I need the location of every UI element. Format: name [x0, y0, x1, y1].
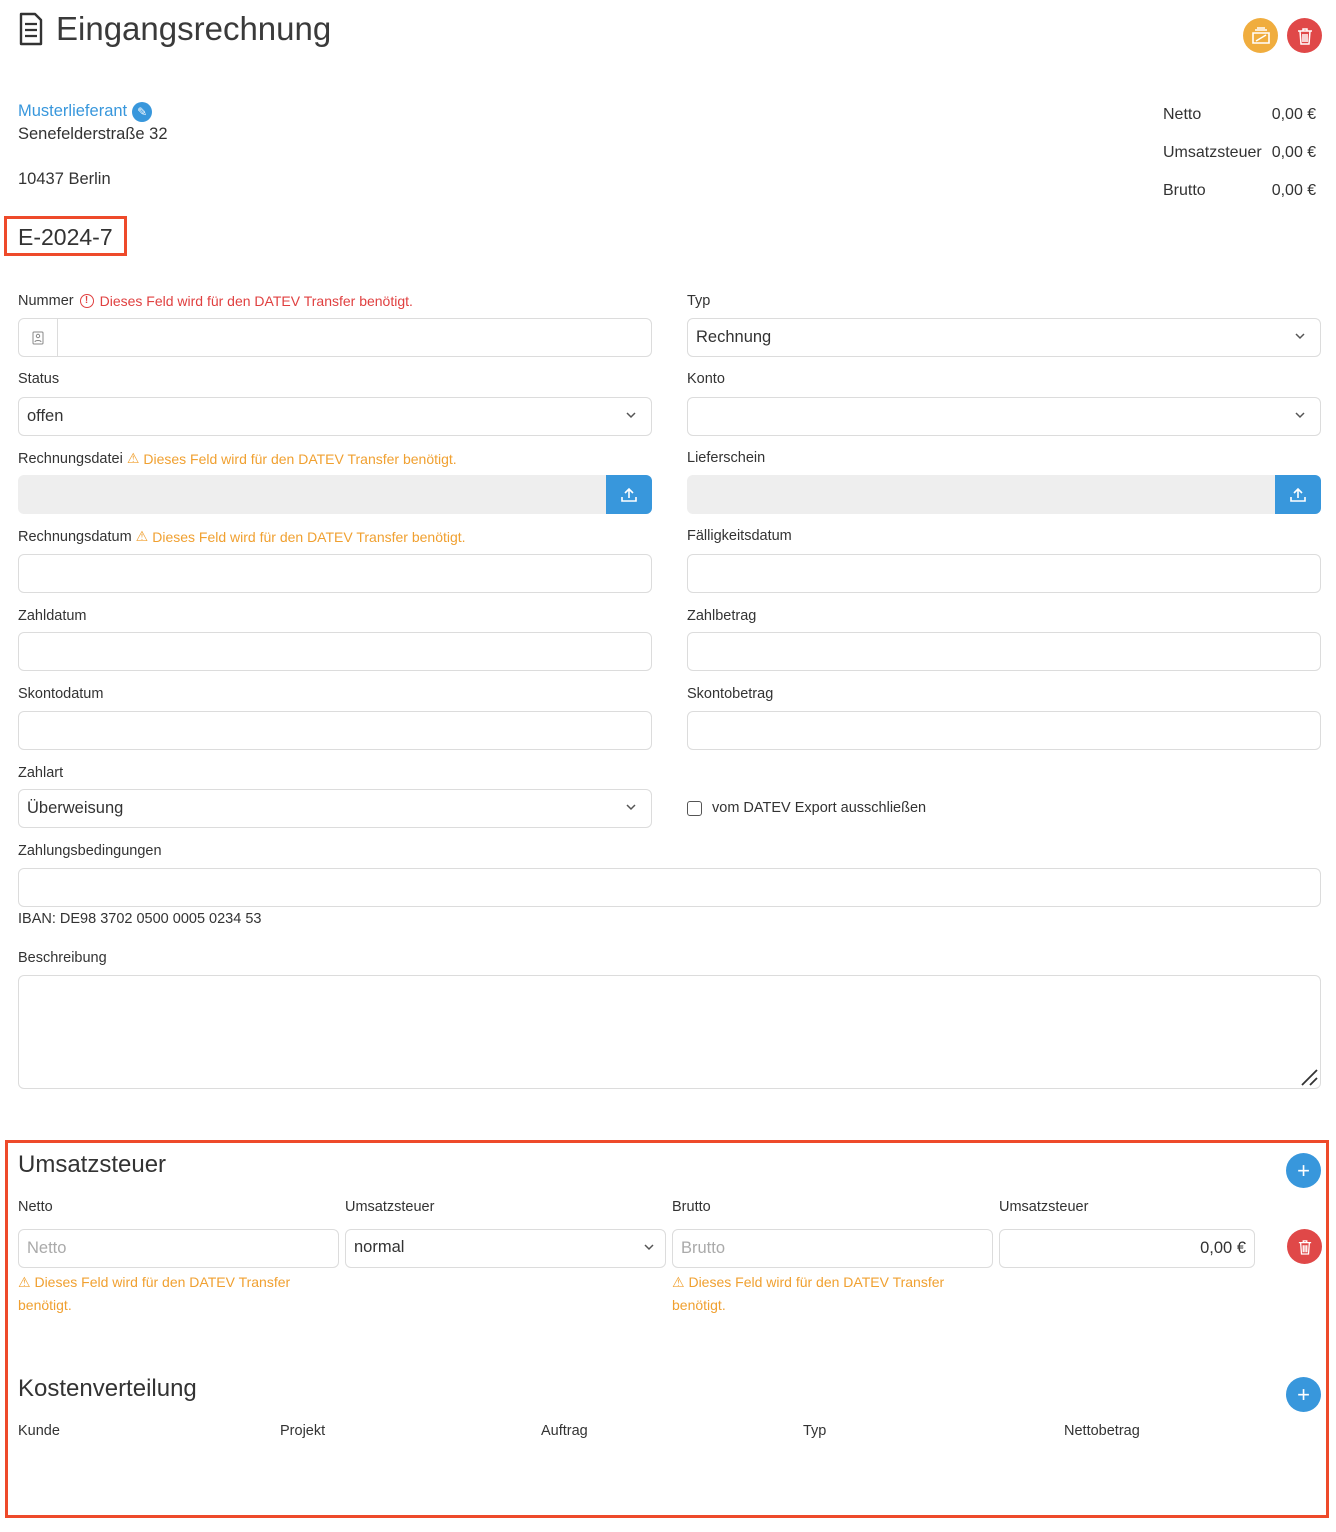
chevron-down-icon	[626, 412, 636, 419]
cost-col-projekt: Projekt	[280, 1423, 326, 1439]
warning-icon: ⚠	[672, 1274, 685, 1290]
zahlungsbedingungen-label: Zahlungsbedingungen	[18, 843, 162, 859]
vat-col-netto: Netto	[18, 1199, 53, 1215]
konto-select[interactable]	[687, 397, 1321, 436]
konto-label: Konto	[687, 371, 725, 387]
totals-row-ust: Umsatzsteuer 0,00 €	[1163, 144, 1317, 161]
skontobetrag-label: Skontobetrag	[687, 686, 774, 702]
typ-select[interactable]: Rechnung	[687, 318, 1321, 357]
document-icon	[19, 12, 43, 46]
nummer-error: Dieses Feld wird für den DATEV Transfer …	[99, 293, 413, 309]
status-label: Status	[18, 371, 60, 387]
zahldatum-label: Zahldatum	[18, 608, 87, 624]
rechnungsdatei-warning: Dieses Feld wird für den DATEV Transfer …	[143, 450, 457, 467]
supplier-block: Musterlieferant ✎ Senefelderstraße 32 10…	[18, 100, 168, 191]
number-prefix	[19, 319, 58, 356]
vat-col-brutto: Brutto	[672, 1199, 711, 1215]
vat-amount-field: 0,00 €	[999, 1229, 1255, 1268]
lieferschein-file-field[interactable]	[687, 475, 1321, 514]
datev-exclude-label: vom DATEV Export ausschließen	[712, 800, 927, 816]
delete-vat-row-button[interactable]	[1287, 1229, 1322, 1264]
nummer-input[interactable]	[18, 318, 652, 357]
faelligkeitsdatum-input[interactable]	[687, 554, 1321, 593]
warning-icon: ⚠	[18, 1274, 31, 1290]
rechnungsdatei-label-row: Rechnungsdatei ⚠ Dieses Feld wird für de…	[18, 450, 457, 467]
status-select[interactable]: offen	[18, 397, 652, 436]
archive-icon	[1251, 26, 1270, 44]
resize-handle-icon[interactable]	[1300, 1068, 1318, 1086]
beschreibung-label: Beschreibung	[18, 950, 107, 966]
add-vat-button[interactable]: +	[1286, 1153, 1321, 1188]
faelligkeitsdatum-label: Fälligkeitsdatum	[687, 528, 792, 544]
totals-table: Netto 0,00 € Umsatzsteuer 0,00 € Brutto 0,0…	[1163, 106, 1316, 212]
lieferschein-label: Lieferschein	[687, 450, 766, 466]
zahldatum-input[interactable]	[18, 632, 652, 671]
cost-col-kunde: Kunde	[18, 1423, 60, 1439]
totals-row-netto: Netto 0,00 €	[1163, 106, 1317, 123]
cost-col-auftrag: Auftrag	[541, 1423, 588, 1439]
add-cost-button[interactable]: +	[1286, 1377, 1321, 1412]
invoice-id: E-2024-7	[18, 224, 113, 250]
warning-icon: ⚠	[126, 450, 140, 466]
skontobetrag-input[interactable]	[687, 711, 1321, 750]
rechnungsdatei-file-field[interactable]	[18, 475, 652, 514]
chevron-down-icon	[1295, 412, 1305, 419]
cost-col-typ: Typ	[803, 1423, 827, 1439]
page-title: Eingangsrechnung	[56, 10, 332, 47]
zahlart-select[interactable]: Überweisung	[18, 789, 652, 828]
vat-rate-select[interactable]: normal	[345, 1229, 666, 1268]
zahlbetrag-input[interactable]	[687, 632, 1321, 671]
chevron-down-icon	[644, 1244, 654, 1251]
upload-icon	[1290, 487, 1306, 502]
delete-button[interactable]	[1287, 18, 1322, 53]
archive-button[interactable]	[1243, 18, 1278, 53]
vat-netto-warning: ⚠ Dieses Feld wird für den DATEV Transfe…	[18, 1274, 291, 1313]
trash-icon	[1297, 27, 1312, 45]
vat-section-title: Umsatzsteuer	[18, 1151, 167, 1178]
edit-icon[interactable]: ✎	[132, 101, 153, 122]
plus-icon: +	[1297, 1158, 1310, 1183]
lieferschein-upload-button[interactable]	[1275, 475, 1321, 514]
rechnungsdatum-warning: Dieses Feld wird für den DATEV Transfer …	[152, 528, 466, 545]
lower-sections-highlight	[5, 1140, 1329, 1518]
warning-icon: ⚠	[135, 528, 149, 544]
iban-text: IBAN: DE98 3702 0500 0005 0234 53	[18, 911, 262, 927]
supplier-street: Senefelderstraße 32	[18, 125, 168, 143]
error-icon: !	[79, 294, 94, 308]
vat-col-ust: Umsatzsteuer	[345, 1199, 435, 1215]
zahlbetrag-label: Zahlbetrag	[687, 608, 757, 624]
skontodatum-label: Skontodatum	[18, 686, 104, 702]
upload-icon	[621, 487, 637, 502]
vat-brutto-input[interactable]: Brutto	[672, 1229, 993, 1268]
beschreibung-textarea[interactable]	[18, 975, 1321, 1089]
zahlart-label: Zahlart	[18, 765, 64, 781]
rechnungsdatum-input[interactable]	[18, 554, 652, 593]
cost-col-nettobetrag: Nettobetrag	[1064, 1423, 1140, 1439]
datev-exclude-checkbox[interactable]	[687, 800, 702, 816]
vat-netto-input[interactable]: Netto	[18, 1229, 339, 1268]
supplier-city: 10437 Berlin	[18, 170, 111, 188]
nummer-label-row: Nummer ! Dieses Feld wird für den DATEV …	[18, 293, 413, 309]
page-title-wrap: Eingangsrechnung	[18, 10, 331, 48]
vat-brutto-warning: ⚠ Dieses Feld wird für den DATEV Transfe…	[672, 1274, 945, 1313]
skontodatum-input[interactable]	[18, 711, 652, 750]
chevron-down-icon	[1295, 333, 1305, 340]
supplier-name-link[interactable]: Musterlieferant	[18, 100, 127, 123]
datev-exclude-row: vom DATEV Export ausschließen	[687, 800, 926, 816]
plus-icon: +	[1297, 1382, 1310, 1407]
id-card-icon	[32, 331, 44, 344]
vat-col-ust-amount: Umsatzsteuer	[999, 1199, 1089, 1215]
typ-label: Typ	[687, 293, 711, 309]
cost-section-title: Kostenverteilung	[18, 1375, 197, 1402]
rechnungsdatei-upload-button[interactable]	[606, 475, 652, 514]
zahlungsbedingungen-input[interactable]	[18, 868, 1321, 907]
totals-row-brutto: Brutto 0,00 €	[1163, 182, 1317, 199]
trash-icon	[1298, 1239, 1311, 1255]
chevron-down-icon	[626, 804, 636, 811]
rechnungsdatum-label-row: Rechnungsdatum ⚠ Dieses Feld wird für de…	[18, 528, 466, 545]
